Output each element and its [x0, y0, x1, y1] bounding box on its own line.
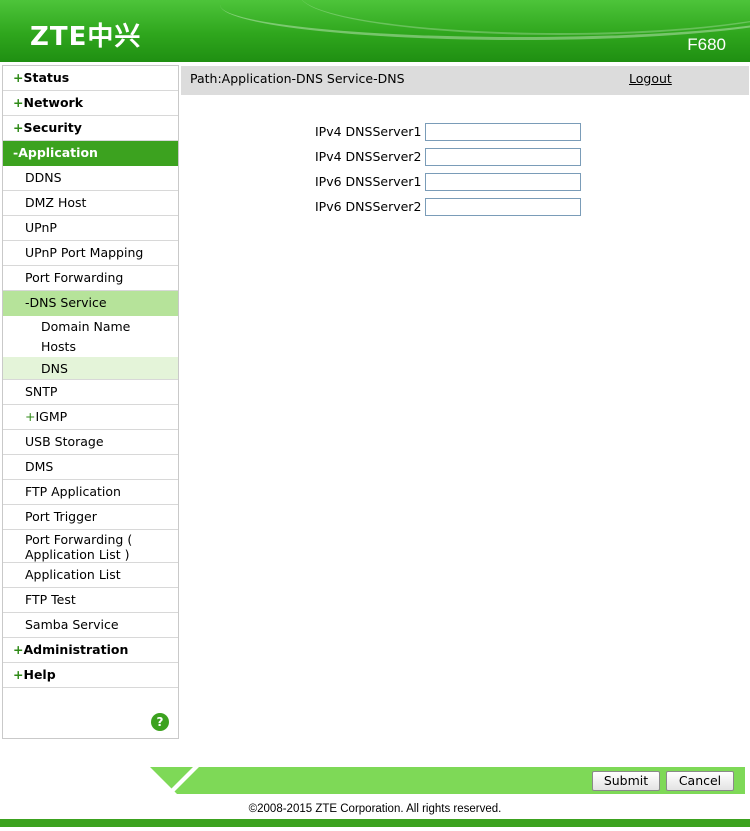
sidebar-item-hosts[interactable]: Hosts: [3, 337, 178, 357]
form-row-ipv4-dns2: IPv4 DNSServer2: [315, 148, 585, 166]
sidebar-item-dms[interactable]: DMS: [3, 455, 178, 480]
expand-icon: +: [13, 70, 24, 85]
sidebar-item-label: Security: [23, 120, 82, 135]
sidebar-item-igmp[interactable]: +IGMP: [3, 405, 178, 430]
ipv6-dnsserver1-input[interactable]: [425, 173, 581, 191]
sidebar-item-label: DMZ Host: [25, 195, 87, 210]
expand-icon: +: [13, 120, 24, 135]
sidebar-item-label: IGMP: [35, 409, 68, 424]
form-row-ipv6-dns2: IPv6 DNSServer2: [315, 198, 585, 216]
field-label: IPv4 DNSServer1: [315, 124, 422, 139]
expand-icon: +: [13, 95, 24, 110]
sidebar-item-label: DMS: [25, 459, 54, 474]
sidebar-item-label: Port Trigger: [25, 509, 97, 524]
sidebar-item-ddns[interactable]: DDNS: [3, 166, 178, 191]
header-banner: ZTE中兴 F680: [0, 0, 750, 62]
sidebar-item-label: Application List: [25, 567, 121, 582]
field-label: IPv6 DNSServer1: [315, 174, 422, 189]
submit-button[interactable]: Submit: [592, 771, 660, 791]
sidebar-item-label: DNS Service: [29, 295, 107, 310]
sidebar-item-label: Status: [23, 70, 70, 85]
sidebar-menu: +Status +Network +Security -Application …: [2, 65, 179, 739]
form-row-ipv4-dns1: IPv4 DNSServer1: [315, 123, 585, 141]
sidebar-item-samba-service[interactable]: Samba Service: [3, 613, 178, 638]
sidebar-item-label: USB Storage: [25, 434, 104, 449]
footer-band-cut: [150, 767, 177, 794]
sidebar-item-label: FTP Test: [25, 592, 76, 607]
sidebar-item-label: Port Forwarding: [25, 270, 124, 285]
sidebar-item-label: Samba Service: [25, 617, 119, 632]
ipv4-dnsserver2-input[interactable]: [425, 148, 581, 166]
sidebar-item-label: Domain Name: [41, 319, 131, 334]
model-name: F680: [687, 35, 726, 54]
path-bar: Path:Application-DNS Service-DNS Logout: [181, 66, 749, 95]
sidebar-item-label-line2: Application List ): [25, 547, 130, 562]
sidebar-item-label: FTP Application: [25, 484, 121, 499]
sidebar-item-network[interactable]: +Network: [3, 91, 178, 116]
help-icon[interactable]: ?: [151, 713, 169, 731]
sidebar-item-upnp-port-mapping[interactable]: UPnP Port Mapping: [3, 241, 178, 266]
copyright-text: ©2008-2015 ZTE Corporation. All rights r…: [0, 803, 750, 815]
sidebar-item-port-trigger[interactable]: Port Trigger: [3, 505, 178, 530]
sidebar-item-help[interactable]: +Help: [3, 663, 178, 688]
sidebar-item-label: UPnP Port Mapping: [25, 245, 144, 260]
zte-logo: ZTE中兴: [30, 22, 142, 52]
sidebar-item-label: SNTP: [25, 384, 58, 399]
sidebar-item-label: DNS: [41, 361, 68, 376]
copyright-label: ©2008-2015 ZTE Corporation. All rights r…: [248, 803, 502, 815]
sidebar-item-ftp-test[interactable]: FTP Test: [3, 588, 178, 613]
form-row-ipv6-dns1: IPv6 DNSServer1: [315, 173, 585, 191]
sidebar-item-port-forwarding[interactable]: Port Forwarding: [3, 266, 178, 291]
sidebar-item-label: Application: [18, 145, 98, 160]
ipv6-dnsserver2-input[interactable]: [425, 198, 581, 216]
sidebar-item-ftp-application[interactable]: FTP Application: [3, 480, 178, 505]
sidebar-item-upnp[interactable]: UPnP: [3, 216, 178, 241]
sidebar-item-port-forwarding-application-list[interactable]: Port Forwarding (Application List ): [3, 530, 178, 563]
ipv4-dnsserver1-input[interactable]: [425, 123, 581, 141]
sidebar-item-dns[interactable]: DNS: [3, 357, 178, 380]
sidebar-item-sntp[interactable]: SNTP: [3, 380, 178, 405]
expand-icon: +: [25, 409, 36, 424]
breadcrumb: Path:Application-DNS Service-DNS: [190, 71, 405, 86]
field-label: IPv4 DNSServer2: [315, 149, 422, 164]
sidebar-item-label: Help: [23, 667, 56, 682]
sidebar-item-security[interactable]: +Security: [3, 116, 178, 141]
bottom-bar: [0, 819, 750, 827]
logout-link[interactable]: Logout: [629, 71, 672, 86]
expand-icon: +: [13, 667, 24, 682]
sidebar-item-label: UPnP: [25, 220, 57, 235]
sidebar-item-application-list[interactable]: Application List: [3, 563, 178, 588]
field-label: IPv6 DNSServer2: [315, 199, 422, 214]
sidebar-item-label: Hosts: [41, 339, 76, 354]
cancel-button[interactable]: Cancel: [666, 771, 734, 791]
expand-icon: +: [13, 642, 24, 657]
sidebar-item-status[interactable]: +Status: [3, 66, 178, 91]
sidebar-item-label: Network: [23, 95, 84, 110]
sidebar-item-usb-storage[interactable]: USB Storage: [3, 430, 178, 455]
sidebar-item-dns-service[interactable]: -DNS Service: [3, 291, 178, 316]
sidebar-item-domain-name[interactable]: Domain Name: [3, 317, 178, 337]
sidebar-item-dmz-host[interactable]: DMZ Host: [3, 191, 178, 216]
sidebar-item-application[interactable]: -Application: [3, 141, 178, 166]
sidebar-item-label: DDNS: [25, 170, 62, 185]
sidebar-item-administration[interactable]: +Administration: [3, 638, 178, 663]
sidebar-item-label-line1: Port Forwarding (: [25, 532, 133, 547]
sidebar-item-label: Administration: [23, 642, 129, 657]
